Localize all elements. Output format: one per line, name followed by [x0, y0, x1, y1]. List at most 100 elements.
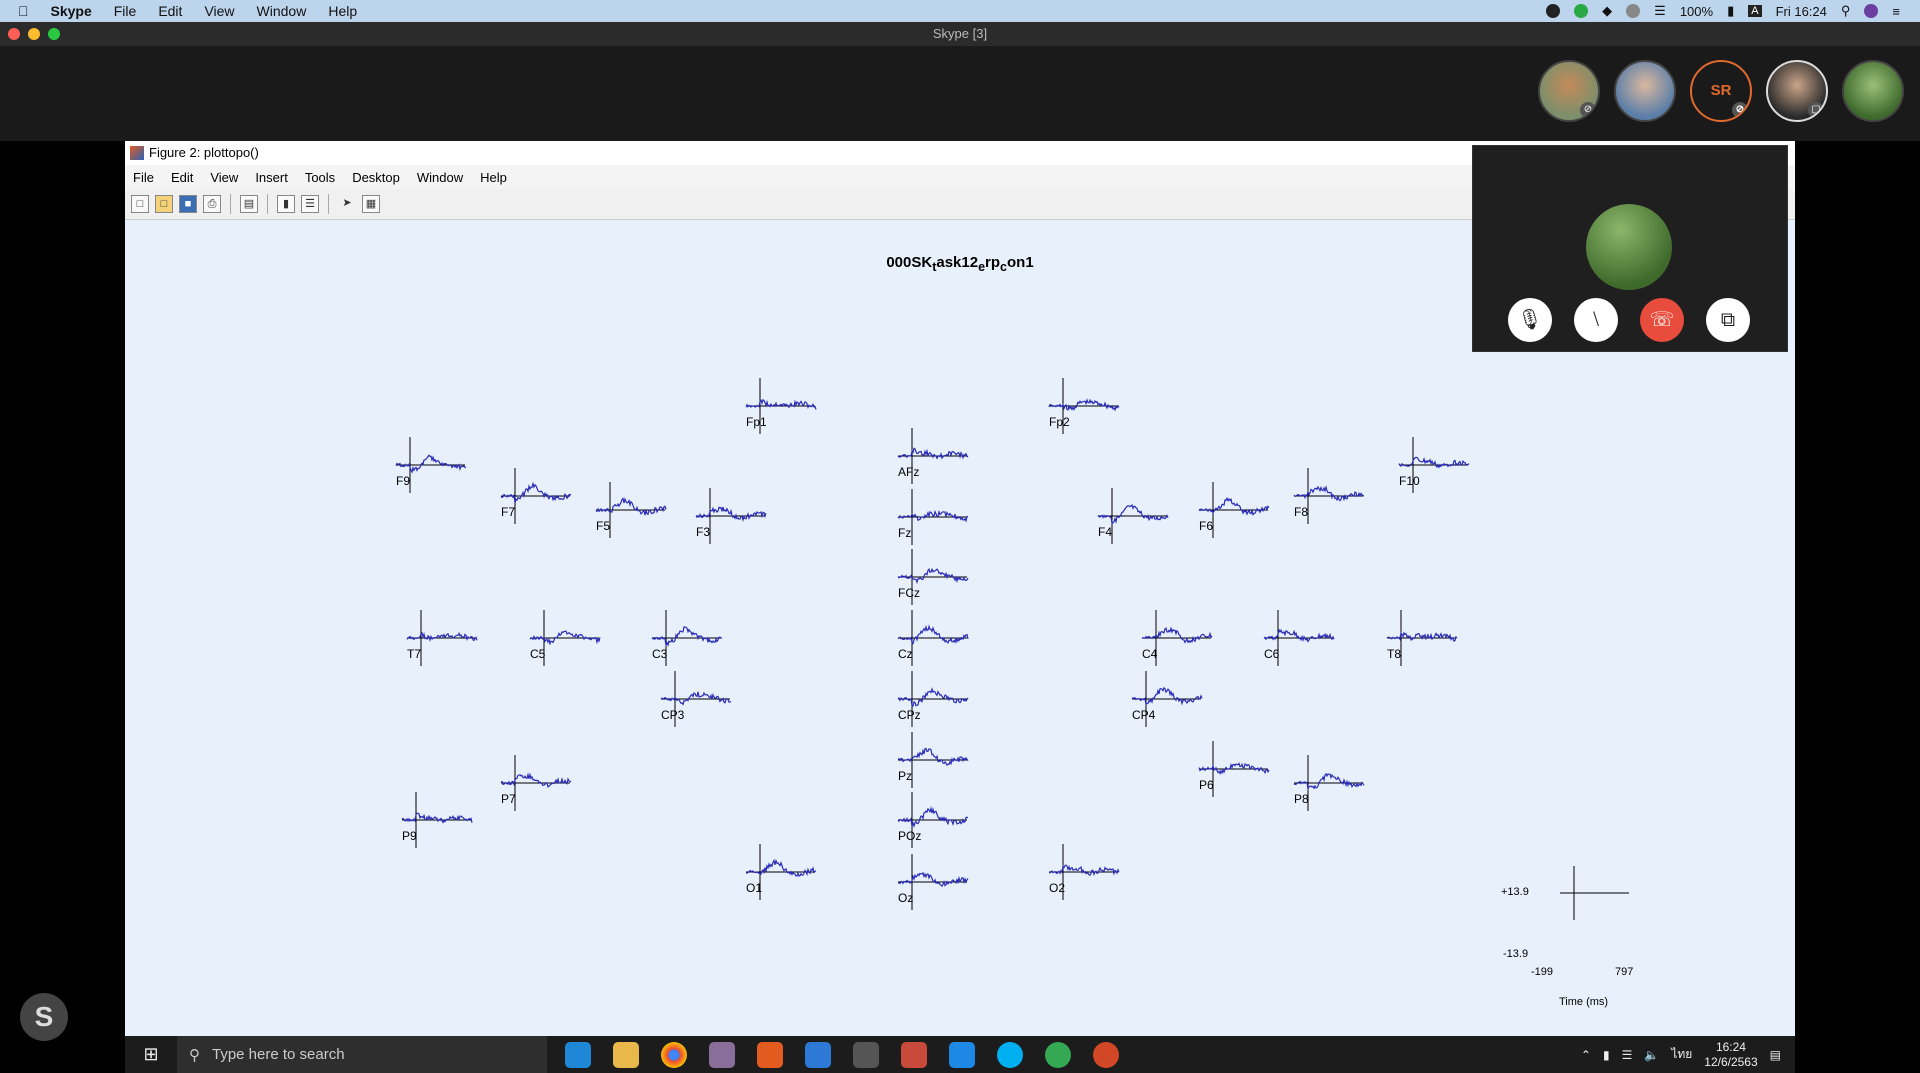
photos-icon[interactable] — [901, 1041, 927, 1068]
mic-icon[interactable]: 🎙 — [1508, 298, 1552, 342]
edge-icon[interactable] — [565, 1041, 591, 1068]
menu-help[interactable]: Help — [328, 3, 357, 19]
channel-fp1[interactable]: Fp1 — [745, 378, 817, 434]
channel-poz[interactable]: POz — [897, 792, 969, 848]
image-app-icon[interactable] — [949, 1041, 975, 1068]
menu-file[interactable]: File — [114, 3, 137, 19]
chevron-up-icon[interactable]: ⌃ — [1581, 1048, 1591, 1062]
channel-t7[interactable]: T7 — [406, 610, 478, 666]
globe-icon[interactable] — [1626, 4, 1641, 18]
new-icon[interactable]: □ — [131, 195, 149, 213]
channel-oz[interactable]: Oz — [898, 854, 969, 910]
terminal-icon[interactable] — [853, 1041, 879, 1068]
select-icon[interactable]: ➤ — [338, 195, 356, 213]
skype-floating-button[interactable]: S — [20, 993, 68, 1041]
channel-c4[interactable]: C4 — [1141, 610, 1213, 666]
file-explorer-icon[interactable] — [613, 1041, 639, 1068]
apple-icon[interactable]:  — [18, 3, 29, 19]
print-preview-icon[interactable]: ▤ — [240, 195, 258, 213]
menu-view[interactable]: View — [204, 3, 234, 19]
figure-menu-view[interactable]: View — [210, 170, 238, 185]
video-off-icon[interactable]: ⧵ — [1574, 298, 1618, 342]
volume-icon[interactable]: 🔈 — [1644, 1048, 1659, 1062]
caller-avatar[interactable] — [1586, 204, 1672, 290]
channel-f8[interactable]: F8 — [1293, 468, 1365, 524]
channel-fp2[interactable]: Fp2 — [1048, 378, 1120, 434]
line-icon[interactable] — [1574, 4, 1589, 18]
channel-f10[interactable]: F10 — [1398, 437, 1470, 493]
participant-avatar-5[interactable] — [1842, 60, 1904, 122]
spotlight-icon[interactable]: ⚲ — [1841, 3, 1851, 19]
battery-icon[interactable]: ▮ — [1727, 3, 1734, 19]
channel-f4[interactable]: F4 — [1097, 488, 1169, 544]
dropbox-icon[interactable]: ◆ — [1602, 3, 1612, 19]
figure-menu-file[interactable]: File — [133, 170, 154, 185]
colorbar-icon[interactable]: ▮ — [277, 195, 295, 213]
input-source-icon[interactable]: A — [1748, 5, 1762, 17]
taskbar-clock[interactable]: 16:24 12/6/2563 — [1704, 1040, 1757, 1070]
siri-icon[interactable] — [1864, 4, 1879, 18]
channel-f6[interactable]: F6 — [1198, 482, 1270, 538]
figure-menu-insert[interactable]: Insert — [255, 170, 288, 185]
plotbrowser-icon[interactable]: ▦ — [362, 195, 380, 213]
save-icon[interactable]: ■ — [179, 195, 197, 213]
participant-avatar-2[interactable] — [1614, 60, 1676, 122]
channel-p6[interactable]: P6 — [1198, 741, 1270, 797]
channel-c5[interactable]: C5 — [529, 610, 601, 666]
battery-text[interactable]: 100% — [1680, 4, 1713, 19]
network-icon[interactable]: ☰ — [1622, 1048, 1633, 1062]
skype-icon[interactable] — [997, 1041, 1023, 1068]
open-icon[interactable]: □ — [155, 195, 173, 213]
popout-icon[interactable]: ⧉ — [1706, 298, 1750, 342]
channel-c6[interactable]: C6 — [1263, 610, 1335, 666]
channel-cp3[interactable]: CP3 — [660, 671, 732, 727]
channel-p7[interactable]: P7 — [500, 755, 572, 811]
print-icon[interactable]: ⎙ — [203, 195, 221, 213]
channel-f3[interactable]: F3 — [695, 488, 767, 544]
channel-cz[interactable]: Cz — [897, 610, 969, 666]
clock[interactable]: Fri 16:24 — [1776, 4, 1827, 19]
participant-avatar-1[interactable]: ⊘ — [1538, 60, 1600, 122]
figure-menu-help[interactable]: Help — [480, 170, 507, 185]
zoom-window-icon[interactable] — [48, 28, 60, 40]
channel-o1[interactable]: O1 — [746, 844, 817, 900]
participant-avatar-3[interactable]: SR ⊘ — [1690, 60, 1752, 122]
figure-menu-tools[interactable]: Tools — [305, 170, 335, 185]
vscode-icon[interactable] — [805, 1041, 831, 1068]
close-window-icon[interactable] — [8, 28, 20, 40]
channel-c3[interactable]: C3 — [651, 610, 723, 666]
tray-app-icon[interactable] — [1546, 4, 1561, 18]
channel-t8[interactable]: T8 — [1386, 610, 1458, 666]
channel-p8[interactable]: P8 — [1293, 755, 1365, 811]
participant-avatar-4[interactable]: ▢ — [1766, 60, 1828, 122]
legend-icon[interactable]: ☰ — [301, 195, 319, 213]
channel-f9[interactable]: F9 — [395, 437, 467, 493]
end-call-icon[interactable]: ☏ — [1640, 298, 1684, 342]
channel-fcz[interactable]: FCz — [897, 549, 969, 605]
channel-f7[interactable]: F7 — [500, 468, 572, 524]
channel-pz[interactable]: Pz — [897, 732, 969, 788]
channel-o2[interactable]: O2 — [1048, 844, 1120, 900]
taskbar-search[interactable]: ⚲ Type here to search — [177, 1036, 547, 1073]
channel-f5[interactable]: F5 — [595, 482, 667, 538]
chrome-icon[interactable] — [661, 1041, 687, 1068]
powerpoint-icon[interactable] — [1093, 1041, 1119, 1068]
action-center-icon[interactable]: ▤ — [1770, 1048, 1781, 1062]
figure-menu-desktop[interactable]: Desktop — [352, 170, 400, 185]
menu-edit[interactable]: Edit — [158, 3, 182, 19]
app-icon[interactable] — [709, 1041, 735, 1068]
wifi-icon[interactable]: ☰ — [1654, 3, 1666, 19]
figure-menu-edit[interactable]: Edit — [171, 170, 193, 185]
windows-start-icon[interactable]: ⊞ — [125, 1036, 177, 1073]
notification-center-icon[interactable]: ≡ — [1892, 4, 1900, 19]
figure-menu-window[interactable]: Window — [417, 170, 463, 185]
menu-app-name[interactable]: Skype — [51, 3, 92, 19]
channel-p9[interactable]: P9 — [401, 792, 473, 848]
menu-window[interactable]: Window — [257, 3, 307, 19]
battery-icon[interactable]: ▮ — [1603, 1048, 1610, 1062]
channel-afz[interactable]: AFz — [897, 428, 969, 484]
browser-icon[interactable] — [1045, 1041, 1071, 1068]
minimize-window-icon[interactable] — [28, 28, 40, 40]
language-indicator[interactable]: ไทย — [1671, 1045, 1692, 1064]
channel-cp4[interactable]: CP4 — [1131, 671, 1203, 727]
